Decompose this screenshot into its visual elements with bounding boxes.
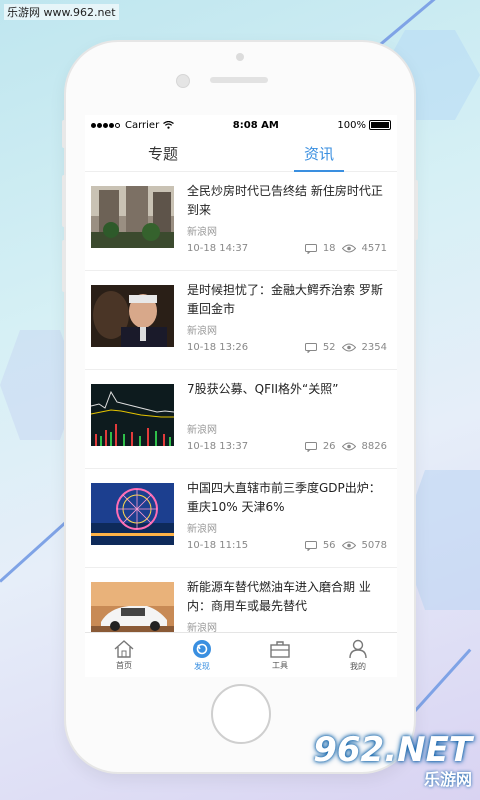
news-stats: 26 8826 bbox=[304, 441, 387, 452]
news-title[interactable]: 7股获公募、QFII格外“关照” bbox=[187, 380, 387, 399]
comment-icon bbox=[304, 243, 317, 254]
nav-tools[interactable]: 工具 bbox=[250, 640, 310, 671]
watermark-site: 乐游网 www.962.net bbox=[4, 4, 119, 20]
battery-label: 100% bbox=[337, 119, 366, 131]
news-title[interactable]: 全民炒房时代已告终结 新住房时代正到来 bbox=[187, 182, 387, 220]
phone-volume-up bbox=[62, 175, 66, 227]
eye-icon bbox=[341, 442, 356, 451]
view-count: 5078 bbox=[361, 540, 387, 551]
news-source: 新浪网 bbox=[187, 326, 217, 337]
news-thumbnail-ferris-wheel bbox=[91, 483, 174, 545]
news-thumbnail-portrait bbox=[91, 285, 174, 347]
phone-speaker bbox=[210, 77, 268, 83]
eye-icon bbox=[341, 244, 356, 253]
news-time: 10-18 13:26 bbox=[187, 342, 249, 353]
status-bar: Carrier 8:08 AM 100% bbox=[85, 115, 397, 135]
comment-icon bbox=[304, 342, 317, 353]
news-source: 新浪网 bbox=[187, 425, 217, 436]
news-source: 新浪网 bbox=[187, 524, 217, 535]
tab-bar: 专题 资讯 bbox=[85, 135, 397, 172]
comment-icon bbox=[304, 540, 317, 551]
news-stats: 56 5078 bbox=[304, 540, 387, 551]
watermark-logo-text: 962.NET bbox=[313, 730, 472, 770]
wifi-icon bbox=[163, 121, 175, 129]
nav-mine[interactable]: 我的 bbox=[328, 639, 388, 672]
news-stats: 18 4571 bbox=[304, 243, 387, 254]
nav-label: 首页 bbox=[116, 660, 132, 670]
list-item[interactable]: 全民炒房时代已告终结 新住房时代正到来 新浪网 10-18 14:37 18 4… bbox=[85, 172, 397, 271]
toolbox-icon bbox=[270, 640, 290, 658]
watermark-logo: 962.NET 乐游网 bbox=[313, 730, 472, 790]
list-item[interactable]: 7股获公募、QFII格外“关照” 新浪网 10-18 13:37 26 8826 bbox=[85, 370, 397, 469]
phone-power-button bbox=[414, 180, 418, 240]
comment-count: 52 bbox=[322, 342, 336, 353]
tab-news[interactable]: 资讯 bbox=[293, 137, 345, 172]
list-item[interactable]: 是时候担忧了：金融大鳄乔治索 罗斯重回金市 新浪网 10-18 13:26 52… bbox=[85, 271, 397, 370]
nav-home[interactable]: 首页 bbox=[94, 639, 154, 671]
tab-topics[interactable]: 专题 bbox=[138, 137, 188, 170]
nav-label: 工具 bbox=[272, 660, 288, 670]
news-title[interactable]: 是时候担忧了：金融大鳄乔治索 罗斯重回金市 bbox=[187, 281, 387, 319]
news-thumbnail-stock-chart bbox=[91, 384, 174, 446]
news-stats: 52 2354 bbox=[304, 342, 387, 353]
view-count: 8826 bbox=[361, 441, 387, 452]
comment-count: 26 bbox=[322, 441, 336, 452]
news-source: 新浪网 bbox=[187, 227, 217, 238]
carrier-label: Carrier bbox=[125, 119, 160, 131]
nav-discover[interactable]: 发现 bbox=[172, 639, 232, 672]
news-time: 10-18 11:15 bbox=[187, 540, 249, 551]
phone-mute-switch bbox=[62, 120, 66, 148]
discover-icon bbox=[193, 639, 211, 658]
phone-home-button[interactable] bbox=[211, 684, 271, 744]
signal-icon bbox=[91, 120, 121, 131]
eye-icon bbox=[341, 541, 356, 550]
phone-front-camera bbox=[176, 74, 190, 88]
user-icon bbox=[349, 639, 367, 658]
comment-count: 56 bbox=[322, 540, 336, 551]
nav-label: 发现 bbox=[194, 661, 210, 671]
home-icon bbox=[114, 639, 134, 658]
comment-count: 18 bbox=[322, 243, 336, 254]
view-count: 4571 bbox=[361, 243, 387, 254]
nav-label: 我的 bbox=[350, 661, 366, 671]
news-title[interactable]: 中国四大直辖市前三季度GDP出炉：重庆10% 天津6% bbox=[187, 479, 387, 517]
news-thumbnail-building bbox=[91, 186, 174, 248]
status-time: 8:08 AM bbox=[232, 119, 279, 131]
view-count: 2354 bbox=[361, 342, 387, 353]
comment-icon bbox=[304, 441, 317, 452]
eye-icon bbox=[341, 343, 356, 352]
news-title[interactable]: 新能源车替代燃油车进入磨合期 业内：商用车或最先替代 bbox=[187, 578, 387, 616]
battery-icon bbox=[369, 119, 391, 130]
phone-sensor bbox=[236, 53, 244, 61]
news-time: 10-18 13:37 bbox=[187, 441, 249, 452]
news-time: 10-18 14:37 bbox=[187, 243, 249, 254]
news-list: 全民炒房时代已告终结 新住房时代正到来 新浪网 10-18 14:37 18 4… bbox=[85, 172, 397, 667]
battery-indicator: 100% bbox=[337, 119, 391, 131]
phone-volume-down bbox=[62, 240, 66, 292]
list-item[interactable]: 中国四大直辖市前三季度GDP出炉：重庆10% 天津6% 新浪网 10-18 11… bbox=[85, 469, 397, 568]
bottom-nav: 首页 发现 工具 我的 bbox=[85, 632, 397, 677]
app-screen: Carrier 8:08 AM 100% 专题 资讯 全民炒房时代已告终结 新住… bbox=[85, 115, 397, 677]
